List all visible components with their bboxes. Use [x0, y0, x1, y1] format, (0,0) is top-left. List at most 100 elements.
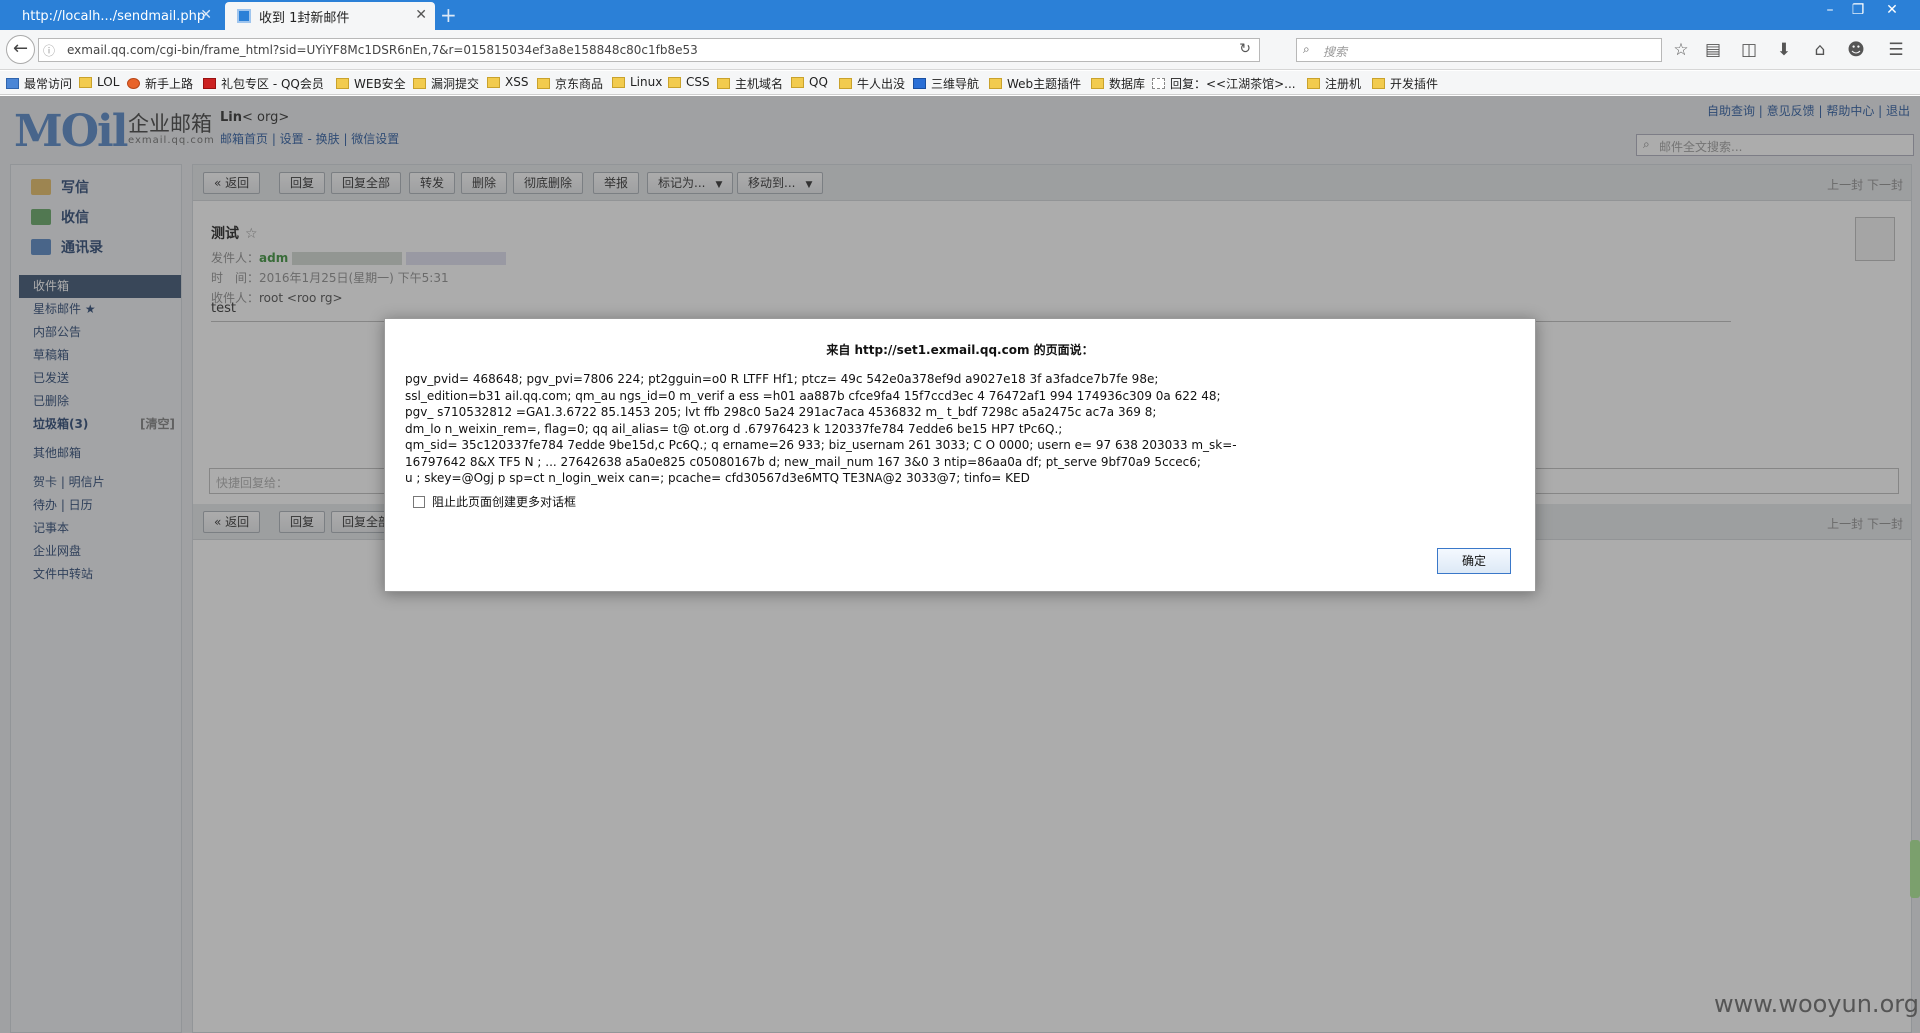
- mail-favicon-icon: [237, 9, 251, 23]
- bookmark-label: 开发插件: [1390, 77, 1439, 91]
- folder-icon: [839, 78, 852, 89]
- bookmark-vuln-submit[interactable]: 漏洞提交: [413, 75, 479, 92]
- folder-icon: [537, 78, 550, 89]
- reload-icon[interactable]: ↻: [1239, 41, 1251, 57]
- bookmark-database[interactable]: 数据库: [1091, 75, 1145, 92]
- folder-icon: [413, 78, 426, 89]
- bookmark-hosting[interactable]: 主机域名: [717, 75, 783, 92]
- bookmark-label: 回复：<<江湖茶馆>...: [1170, 77, 1296, 91]
- bookmark-label: WEB安全: [354, 77, 406, 91]
- tab-sendmail[interactable]: http://localh.../sendmail.php ✕: [10, 2, 220, 30]
- bookmark-css[interactable]: CSS: [668, 75, 710, 89]
- shield-icon: [913, 78, 926, 89]
- bookmark-label: CSS: [686, 75, 710, 89]
- folder-icon: [336, 78, 349, 89]
- url-bar[interactable]: ⓘ exmail.qq.com/cgi-bin/frame_html?sid=U…: [38, 38, 1260, 62]
- minimize-icon[interactable]: –: [1818, 2, 1842, 18]
- close-window-icon[interactable]: ✕: [1880, 2, 1904, 18]
- dialog-cookie-text: pgv_pvid= 468648; pgv_pvi=7806 224; pt2g…: [405, 371, 1515, 487]
- bookmark-linux[interactable]: Linux: [612, 75, 662, 89]
- browser-nav-bar: ← ⓘ exmail.qq.com/cgi-bin/frame_html?sid…: [0, 30, 1920, 70]
- bookmark-label: LOL: [97, 75, 120, 89]
- bookmark-label: 注册机: [1325, 77, 1362, 91]
- bookmark-qq[interactable]: QQ: [791, 75, 828, 89]
- tab-inbox[interactable]: 收到 1封新邮件 ✕: [225, 2, 435, 30]
- folder-icon: [79, 76, 92, 88]
- back-arrow-icon[interactable]: ←: [6, 35, 35, 64]
- dialog-line: qm_sid= 35c120337fe784 7edde 9be15d,c Pc…: [405, 438, 1237, 452]
- scrollbar-handle[interactable]: [1910, 840, 1920, 898]
- bookmark-qq-vip[interactable]: 礼包专区 - QQ会员: [203, 75, 324, 92]
- bookmark-getting-started[interactable]: 新手上路: [127, 75, 193, 92]
- bookmark-keygen[interactable]: 注册机: [1307, 75, 1361, 92]
- dialog-line: ssl_edition=b31 ail.qq.com; qm_au ngs_id…: [405, 388, 1221, 403]
- folder-icon: [668, 76, 681, 88]
- menu-icon[interactable]: ☰: [1885, 40, 1907, 60]
- bookmark-label: QQ: [809, 75, 828, 89]
- folder-icon: [487, 76, 500, 88]
- folder-icon: [1307, 78, 1320, 89]
- pocket-icon[interactable]: ◫: [1738, 40, 1760, 60]
- search-icon: ⌕: [1303, 42, 1310, 56]
- browser-tab-bar: http://localh.../sendmail.php ✕ 收到 1封新邮件…: [0, 0, 1920, 30]
- bookmark-experts[interactable]: 牛人出没: [839, 75, 905, 92]
- star-icon[interactable]: ☆: [1670, 40, 1692, 60]
- bookmark-teahouse[interactable]: 回复：<<江湖茶馆>...: [1152, 75, 1296, 92]
- gift-icon: [203, 78, 216, 89]
- chat-icon[interactable]: ☻: [1845, 40, 1867, 60]
- bookmark-label: Linux: [630, 75, 663, 89]
- folder-icon: [612, 76, 625, 88]
- folder-icon: [989, 78, 1002, 89]
- dialog-line: u ; skey=@Ogj p sp=ct n_login_weix can=;…: [405, 471, 1030, 485]
- page-info-icon[interactable]: ⓘ: [43, 42, 55, 59]
- bookmark-most-visited[interactable]: 最常访问: [6, 75, 72, 92]
- folder-icon: [791, 76, 804, 88]
- alert-dialog: 来自 http://set1.exmail.qq.com 的页面说： pgv_p…: [384, 318, 1536, 592]
- checkbox-box[interactable]: [413, 495, 425, 508]
- close-tab-icon[interactable]: ✕: [200, 7, 212, 23]
- prevent-dialogs-checkbox[interactable]: 阻止此页面创建更多对话框: [413, 493, 576, 510]
- bookmark-label: 主机域名: [735, 77, 784, 91]
- bookmark-xss[interactable]: XSS: [487, 75, 528, 89]
- bookmark-jd[interactable]: 京东商品: [537, 75, 603, 92]
- folder-icon: [1372, 78, 1385, 89]
- bookmark-3d-nav[interactable]: 三维导航: [913, 75, 979, 92]
- bookmark-label: 最常访问: [24, 77, 73, 91]
- bookmark-web-security[interactable]: WEB安全: [336, 75, 406, 92]
- dialog-title: 来自 http://set1.exmail.qq.com 的页面说：: [826, 343, 1094, 357]
- home-icon[interactable]: ⌂: [1809, 40, 1831, 60]
- bookmark-label: Web主题插件: [1007, 77, 1082, 91]
- bookmark-lol[interactable]: LOL: [79, 75, 119, 89]
- bookmark-label: 牛人出没: [857, 77, 906, 91]
- maximize-icon[interactable]: ❐: [1846, 2, 1870, 18]
- url-text: exmail.qq.com/cgi-bin/frame_html?sid=UYi…: [67, 43, 698, 57]
- folder-icon: [1091, 78, 1104, 89]
- bookmarks-bar: 最常访问 LOL 新手上路 礼包专区 - QQ会员 WEB安全 漏洞提交 XSS…: [0, 71, 1920, 95]
- bookmark-icon: [6, 78, 19, 89]
- bookmark-web-themes[interactable]: Web主题插件: [989, 75, 1081, 92]
- search-placeholder: 搜索: [1323, 45, 1348, 59]
- bookmark-label: XSS: [505, 75, 529, 89]
- watermark: www.wooyun.org: [1714, 990, 1919, 1018]
- firefox-icon: [127, 78, 140, 89]
- bookmark-label: 京东商品: [555, 77, 604, 91]
- tab-title: http://localh.../sendmail.php: [22, 8, 206, 24]
- new-tab-button[interactable]: +: [440, 3, 457, 27]
- bookmark-label: 漏洞提交: [431, 77, 480, 91]
- reading-list-icon[interactable]: ▤: [1702, 40, 1724, 60]
- bookmark-dev-plugins[interactable]: 开发插件: [1372, 75, 1438, 92]
- close-tab-icon[interactable]: ✕: [415, 7, 427, 23]
- checkbox-label: 阻止此页面创建更多对话框: [432, 495, 577, 509]
- bookmark-label: 数据库: [1109, 77, 1146, 91]
- bookmark-label: 新手上路: [145, 77, 194, 91]
- dialog-line: pgv_ s710532812 =GA1.3.6722 85.1453 205;…: [405, 405, 1157, 419]
- dialog-line: pgv_pvid= 468648; pgv_pvi=7806 224; pt2g…: [405, 372, 1159, 386]
- download-icon[interactable]: ⬇: [1773, 40, 1795, 60]
- ok-button[interactable]: 确定: [1437, 548, 1511, 574]
- bookmark-label: 三维导航: [931, 77, 980, 91]
- tab-title: 收到 1封新邮件: [259, 10, 350, 26]
- page-icon: [1152, 78, 1165, 89]
- browser-search-input[interactable]: ⌕ 搜索: [1296, 38, 1662, 62]
- dialog-line: 16797642 8&X TF5 N ; ... 27642638 a5a0e8…: [405, 454, 1201, 469]
- folder-icon: [717, 78, 730, 89]
